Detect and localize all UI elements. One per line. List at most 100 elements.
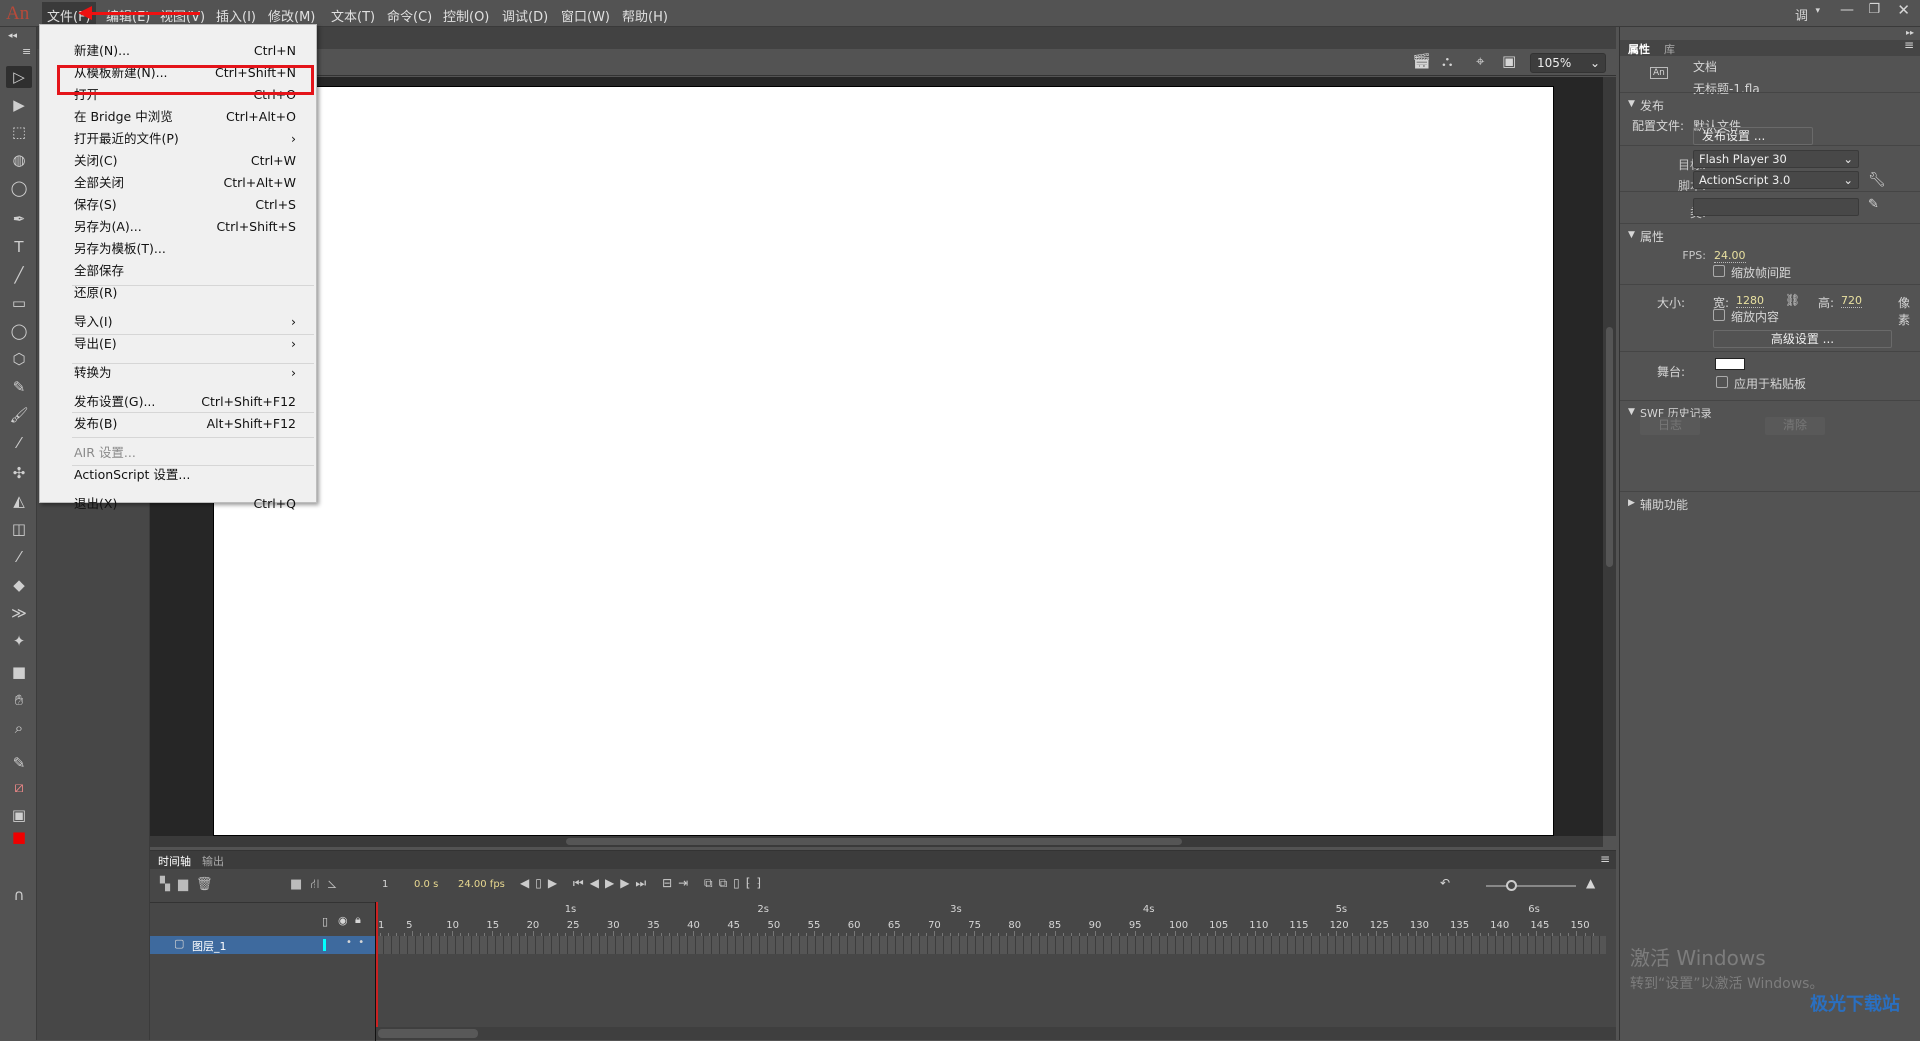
lasso-icon[interactable]: ◯: [6, 177, 32, 199]
center-stage-icon[interactable]: ⌖: [1476, 52, 1484, 70]
ink-bottle-icon[interactable]: ◫: [6, 518, 32, 540]
stage-color-swatch[interactable]: [1715, 358, 1745, 370]
new-folder-icon[interactable]: ▆: [178, 877, 196, 892]
scale-spans-checkbox[interactable]: [1713, 265, 1725, 277]
minimize-icon[interactable]: —: [1840, 2, 1854, 18]
zoom-icon[interactable]: ⌕: [6, 717, 32, 739]
zoom-select[interactable]: 105% ⌄: [1530, 53, 1606, 73]
paint-bucket-icon[interactable]: ◭: [6, 490, 32, 512]
snap-icon[interactable]: ∩: [6, 884, 32, 906]
pin-icon[interactable]: ✦: [6, 630, 32, 652]
last-frame-icon[interactable]: ⏭: [635, 876, 652, 890]
pencil-icon[interactable]: ✎: [1868, 197, 1879, 212]
width-value[interactable]: 1280: [1736, 294, 1764, 308]
menu-item[interactable]: 全部关闭 Ctrl+Alt+W: [74, 172, 296, 194]
undo-icon[interactable]: ↶: [1440, 876, 1450, 890]
link-icon[interactable]: ⛓: [1785, 293, 1800, 307]
loop-icon[interactable]: ⊟: [662, 876, 678, 890]
tab-timeline[interactable]: 时间轴: [158, 853, 191, 869]
scroll-thumb[interactable]: [566, 838, 1182, 845]
step-forward-icon[interactable]: ▶: [620, 876, 635, 890]
selection-icon[interactable]: ▷: [6, 66, 32, 88]
current-time[interactable]: 0.0 s: [414, 879, 438, 890]
rectangle-icon[interactable]: ▭: [6, 292, 32, 314]
tab-properties[interactable]: 属性: [1628, 41, 1650, 57]
menu-item[interactable]: AIR 设置...: [74, 442, 296, 464]
menu-item[interactable]: 发布(B) Alt+Shift+F12: [74, 413, 296, 435]
fps-value[interactable]: 24.00: [1714, 249, 1746, 263]
parent-view-icon[interactable]: ⛙: [310, 877, 327, 892]
height-value[interactable]: 720: [1841, 294, 1862, 308]
step-back-icon[interactable]: ◀: [590, 876, 605, 890]
camera-icon[interactable]: ■: [6, 661, 32, 683]
stroke-color-icon[interactable]: ✎: [6, 752, 32, 774]
script-select[interactable]: ActionScript 3.0 ⌄: [1693, 171, 1859, 189]
3d-rotation-icon[interactable]: ◍: [6, 149, 32, 171]
stage-canvas[interactable]: [213, 86, 1554, 836]
subselection-icon[interactable]: ▶: [6, 94, 32, 116]
menu-item[interactable]: 导入(I) ›: [74, 311, 296, 333]
eraser-icon[interactable]: ◆: [6, 574, 32, 596]
clip-stage-icon[interactable]: ▣: [1502, 52, 1516, 70]
paint-brush-icon[interactable]: 🖌︎: [6, 404, 32, 426]
bone-icon[interactable]: ✣: [6, 462, 32, 484]
caret-down-icon[interactable]: ▼: [1628, 230, 1635, 240]
panel-menu-icon[interactable]: ≡: [22, 45, 31, 58]
menu-item[interactable]: ActionScript 设置...: [74, 464, 296, 486]
tab-library[interactable]: 库: [1664, 41, 1675, 57]
menu-item[interactable]: 转换为 ›: [74, 362, 296, 384]
zoom-in-icon[interactable]: ▲: [1586, 876, 1595, 890]
frame-track[interactable]: [376, 936, 1606, 954]
clear-button[interactable]: 清除: [1765, 417, 1825, 435]
line-icon[interactable]: ╱: [6, 264, 32, 286]
menu-5[interactable]: 文本(T): [331, 6, 375, 25]
hand-icon[interactable]: ✋︎: [6, 689, 32, 711]
panel-menu-icon[interactable]: ≡: [1904, 38, 1914, 52]
prev-keyframe-icon[interactable]: ◀: [520, 876, 535, 890]
fill-color-icon[interactable]: ■: [6, 826, 32, 848]
onion-skin-icon[interactable]: ⧉: [704, 876, 719, 890]
new-layer-icon[interactable]: ▚: [160, 877, 178, 892]
menu-2[interactable]: 视图(V): [160, 6, 205, 25]
menu-item[interactable]: 新建(N)... Ctrl+N: [74, 40, 296, 62]
chevron-down-icon[interactable]: ▾: [1815, 6, 1820, 16]
first-frame-icon[interactable]: ⏮: [573, 876, 590, 890]
menu-item[interactable]: 关闭(C) Ctrl+W: [74, 150, 296, 172]
fill-swatch-icon[interactable]: ▣: [6, 804, 32, 826]
menu-item[interactable]: 另存为(A)... Ctrl+Shift+S: [74, 216, 296, 238]
caret-down-icon[interactable]: ▼: [1628, 99, 1635, 109]
section-properties[interactable]: 属性: [1640, 228, 1664, 245]
section-accessibility[interactable]: 辅助功能: [1640, 496, 1688, 513]
scale-content-checkbox[interactable]: [1713, 309, 1725, 321]
layer-depth-icon[interactable]: ⦣: [327, 877, 344, 892]
timeline-hscroll[interactable]: [376, 1027, 1616, 1040]
panel-menu-icon[interactable]: ≡: [1600, 852, 1610, 866]
caret-down-icon[interactable]: ▼: [1628, 407, 1635, 417]
menu-item[interactable]: 另存为模板(T)...: [74, 238, 296, 260]
delete-layer-icon[interactable]: 🗑︎: [196, 877, 221, 892]
next-keyframe-icon[interactable]: ▶: [548, 876, 563, 890]
width-icon[interactable]: ≫: [6, 602, 32, 624]
collapse-icon[interactable]: ◂◂: [8, 31, 17, 41]
restore-icon[interactable]: ❐: [1868, 2, 1880, 17]
oval-icon[interactable]: ◯: [6, 320, 32, 342]
brush-icon[interactable]: ⁄: [6, 432, 32, 454]
advanced-settings-button[interactable]: 高级设置 ...: [1713, 330, 1892, 348]
menu-8[interactable]: 调试(D): [502, 6, 548, 25]
log-button[interactable]: 日志: [1640, 417, 1700, 435]
menu-item[interactable]: 导出(E) ›: [74, 333, 296, 355]
wrench-icon[interactable]: 🔧︎: [1868, 172, 1886, 188]
menu-item[interactable]: 在 Bridge 中浏览 Ctrl+Alt+O: [74, 106, 296, 128]
text-icon[interactable]: T: [6, 236, 32, 258]
timeline-zoom-slider[interactable]: [1486, 880, 1576, 891]
menu-3[interactable]: 插入(I): [216, 6, 256, 25]
slider-thumb[interactable]: [1506, 880, 1517, 891]
pencil-icon[interactable]: ✎: [6, 376, 32, 398]
free-transform-icon[interactable]: ⬚: [6, 121, 32, 143]
onion-outline-icon[interactable]: ⧉: [719, 876, 734, 890]
scroll-thumb[interactable]: [1606, 327, 1613, 567]
vertical-scrollbar[interactable]: [1603, 77, 1616, 836]
close-icon[interactable]: ✕: [1897, 1, 1910, 19]
menu-item[interactable]: 发布设置(G)... Ctrl+Shift+F12: [74, 391, 296, 413]
scroll-thumb[interactable]: [378, 1029, 478, 1038]
